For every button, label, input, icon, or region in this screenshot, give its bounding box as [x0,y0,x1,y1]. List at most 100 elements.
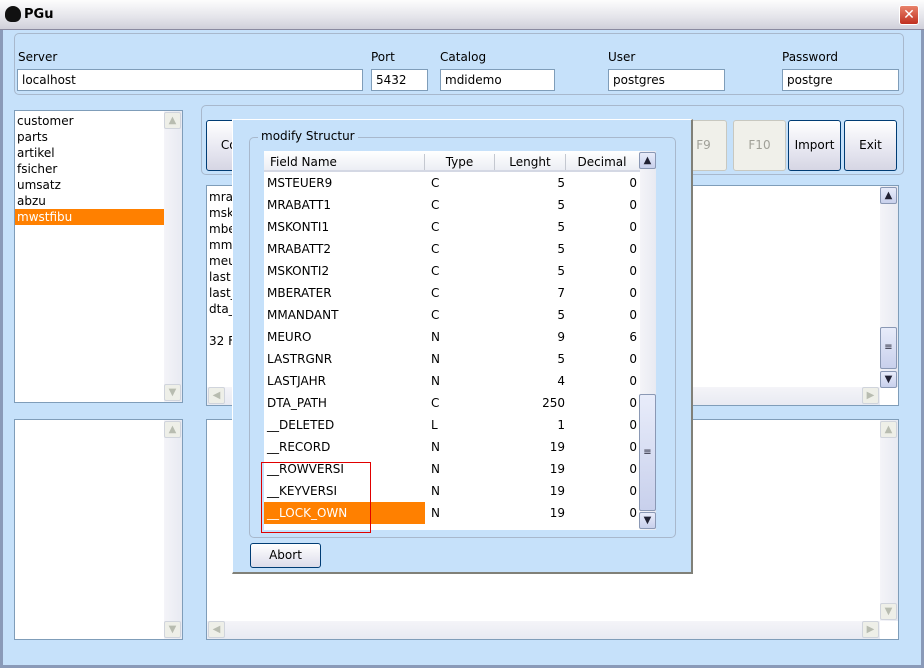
field-name-cell: LASTJAHR [267,374,327,388]
grid-header: Field Name Type Lenght Decimal [264,151,640,172]
grid-row[interactable]: __RECORD N 19 0 [264,436,640,458]
field-name-cell: LASTRGNR [267,352,333,366]
column-header-length[interactable]: Lenght [495,154,566,170]
scroll-up-icon[interactable]: ▲ [880,187,897,204]
table-list-item[interactable]: parts [15,129,164,145]
abort-label: Abort [269,548,302,562]
table-list[interactable]: customer parts artikel fsicher umsatz abzu mws… [14,110,183,403]
field-name-cell: MMANDANT [267,308,339,322]
field-name-cell: MRABATT2 [267,242,332,256]
import-button[interactable]: Import [788,120,841,171]
scroll-up-icon[interactable]: ▲ [164,112,181,129]
secondary-list[interactable]: ▲ ▼ [14,419,183,640]
type-cell: N [431,352,440,366]
port-input[interactable]: 5432 [371,69,428,91]
grid-row[interactable]: __DELETED L 1 0 [264,414,640,436]
password-input[interactable]: postgre [782,69,899,91]
grid-row[interactable]: MEURO N 9 6 [264,326,640,348]
grid-row[interactable]: LASTRGNR N 5 0 [264,348,640,370]
server-label: Server [18,50,58,64]
grid-row[interactable]: MRABATT2 C 5 0 [264,238,640,260]
table-list-item[interactable]: artikel [15,145,164,161]
grid-row[interactable]: MSKONTI2 C 5 0 [264,260,640,282]
length-cell: 5 [557,220,565,234]
type-cell: C [431,308,440,322]
exit-button[interactable]: Exit [844,120,897,171]
type-cell: N [431,484,440,498]
close-button[interactable]: ✕ [899,5,919,25]
table-list-item[interactable]: abzu [15,193,164,209]
password-label: Password [782,50,839,64]
scroll-down-icon[interactable]: ▼ [164,384,181,401]
length-cell: 4 [557,374,565,388]
field-name-cell: __DELETED [267,418,335,432]
scroll-down-icon[interactable]: ▼ [880,603,897,620]
length-cell: 19 [549,484,565,498]
field-name-cell: MEURO [267,330,312,344]
grid-row[interactable]: MBERATER C 7 0 [264,282,640,304]
grid-scrollbar[interactable]: ▲ ≡ ▼ [639,151,656,530]
length-cell: 19 [549,506,565,520]
decimal-cell: 0 [629,484,637,498]
secondary-list-scrollbar[interactable]: ▲ ▼ [164,420,182,639]
scroll-down-icon[interactable]: ▼ [880,371,897,388]
length-cell: 5 [557,264,565,278]
table-list-item[interactable]: fsicher [15,161,164,177]
scroll-up-icon[interactable]: ▲ [639,152,656,169]
scroll-right-icon[interactable]: ▶ [862,387,879,404]
length-cell: 5 [557,352,565,366]
scroll-down-icon[interactable]: ▼ [164,621,181,638]
grid-row[interactable]: MRABATT1 C 5 0 [264,194,640,216]
scroll-up-icon[interactable]: ▲ [880,421,897,438]
column-header-decimal[interactable]: Decimal [566,154,638,170]
length-cell: 1 [557,418,565,432]
scroll-up-icon[interactable]: ▲ [164,421,181,438]
decimal-cell: 0 [629,308,637,322]
grid-row[interactable]: MSKONTI1 C 5 0 [264,216,640,238]
column-header-type[interactable]: Type [425,154,495,170]
scroll-down-icon[interactable]: ▼ [639,512,656,529]
decimal-cell: 0 [629,242,637,256]
grid-row[interactable]: LASTJAHR N 4 0 [264,370,640,392]
output-vertical-scrollbar[interactable]: ▲ ≡ ▼ [880,186,898,388]
table-list-scrollbar[interactable]: ▲ ▼ [164,111,182,402]
type-cell: C [431,242,440,256]
scroll-right-icon[interactable]: ▶ [862,621,879,638]
user-label: User [608,50,636,64]
scroll-thumb[interactable]: ≡ [880,327,897,369]
decimal-cell: 0 [629,440,637,454]
field-name-cell: MSTEUER9 [267,176,333,190]
catalog-input[interactable]: mdidemo [440,69,555,91]
grid-row[interactable]: MMANDANT C 5 0 [264,304,640,326]
decimal-cell: 0 [629,506,637,520]
f10-button[interactable]: F10 [733,120,786,171]
decimal-cell: 0 [629,264,637,278]
length-cell: 5 [557,176,565,190]
abort-button[interactable]: Abort [250,543,321,568]
log-horizontal-scrollbar[interactable]: ◀ ▶ [207,621,880,639]
grid-row[interactable]: MSTEUER9 C 5 0 [264,172,640,194]
grid-row[interactable]: DTA_PATH C 250 0 [264,392,640,414]
scroll-left-icon[interactable]: ◀ [208,621,225,638]
user-input[interactable]: postgres [608,69,725,91]
decimal-cell: 0 [629,418,637,432]
app-icon [5,6,21,22]
scroll-thumb[interactable]: ≡ [639,394,656,511]
scroll-left-icon[interactable]: ◀ [208,387,225,404]
group-title: modify Structur [258,129,358,143]
column-header-field-name[interactable]: Field Name [270,154,425,170]
decimal-cell: 0 [629,374,637,388]
type-cell: N [431,440,440,454]
type-cell: N [431,506,440,520]
decimal-cell: 0 [629,396,637,410]
table-list-item[interactable]: umsatz [15,177,164,193]
log-vertical-scrollbar[interactable]: ▲ ▼ [880,420,898,621]
type-cell: N [431,330,440,344]
field-name-cell: __RECORD [267,440,331,454]
table-list-item[interactable]: mwstfibu [15,209,164,225]
port-label: Port [371,50,395,64]
field-name-cell: MSKONTI1 [267,220,330,234]
server-input[interactable]: localhost [17,69,363,91]
table-list-item[interactable]: customer [15,113,164,129]
window-title: PGu [24,7,54,22]
